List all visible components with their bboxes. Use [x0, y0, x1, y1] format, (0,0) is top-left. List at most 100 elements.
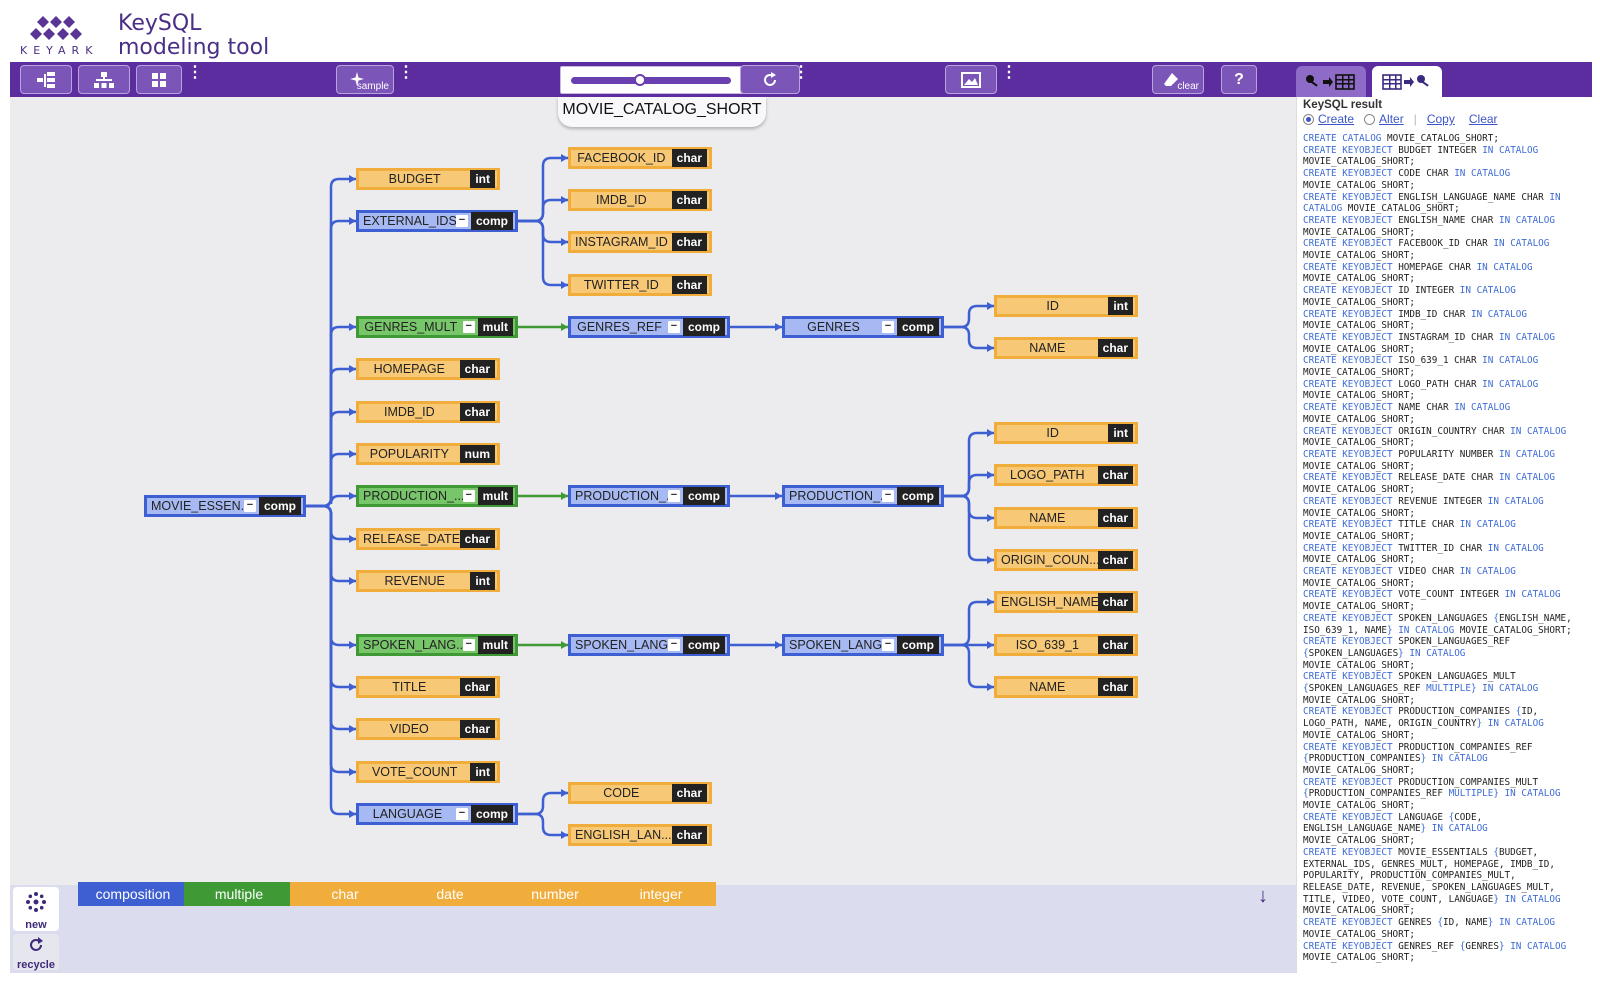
- node-origin_country[interactable]: ORIGIN_COUN... char: [994, 549, 1138, 571]
- node-ext_imdb_id[interactable]: IMDB_ID char: [568, 189, 712, 211]
- node-prod_id[interactable]: ID int: [994, 422, 1138, 444]
- vertical-layout-button[interactable]: [78, 65, 130, 94]
- legend-char[interactable]: char: [290, 882, 400, 906]
- zoom-track[interactable]: [571, 77, 731, 84]
- tab-keysql-to-table[interactable]: [1296, 66, 1366, 97]
- node-logo_path[interactable]: LOGO_PATH char: [994, 464, 1138, 486]
- catalog-name-tab[interactable]: MOVIE_CATALOG_SHORT: [558, 97, 766, 127]
- node-movie[interactable]: MOVIE_ESSEN... − comp: [144, 495, 306, 517]
- node-vote_count[interactable]: VOTE_COUNT int: [356, 761, 500, 783]
- clear-result-link[interactable]: Clear: [1469, 112, 1498, 126]
- node-title[interactable]: TITLE char: [356, 676, 500, 698]
- node-label: SPOKEN_LANG...: [575, 638, 668, 652]
- collapse-icon[interactable]: −: [243, 500, 256, 512]
- node-instagram_id[interactable]: INSTAGRAM_ID char: [568, 231, 712, 253]
- node-budget[interactable]: BUDGET int: [356, 168, 500, 190]
- legend-number[interactable]: number: [500, 882, 610, 906]
- collapse-icon[interactable]: −: [881, 490, 894, 502]
- legend-integer[interactable]: integer: [606, 882, 716, 906]
- node-label: POPULARITY: [369, 447, 449, 461]
- legend-multiple[interactable]: multiple: [184, 882, 294, 906]
- horizontal-layout-button[interactable]: [20, 65, 72, 94]
- node-production[interactable]: PRODUCTION_... − comp: [782, 485, 944, 507]
- node-label: RELEASE_DATE: [363, 532, 460, 546]
- node-type-tag: char: [1097, 678, 1133, 696]
- node-spoken[interactable]: SPOKEN_LANG...−comp: [782, 634, 944, 656]
- collapse-icon[interactable]: −: [462, 490, 475, 502]
- zoom-slider[interactable]: [560, 66, 744, 94]
- collapse-icon[interactable]: −: [462, 639, 475, 651]
- node-video[interactable]: VIDEO char: [356, 718, 500, 740]
- code-line: MOVIE_CATALOG_SHORT;: [1303, 226, 1415, 238]
- collapse-icon[interactable]: −: [667, 490, 680, 502]
- node-type-tag: mult: [477, 318, 513, 336]
- new-node-button[interactable]: new: [13, 887, 59, 931]
- keysql-result-panel: KeySQL result Create Alter | Copy Clear …: [1296, 97, 1592, 973]
- node-code[interactable]: CODE char: [568, 782, 712, 804]
- legend-date[interactable]: date: [395, 882, 505, 906]
- node-imdb_id[interactable]: IMDB_ID char: [356, 401, 500, 423]
- create-radio[interactable]: [1303, 113, 1314, 125]
- toolbar-menu-dots-2[interactable]: ⋮: [398, 65, 414, 81]
- node-spoken_ref[interactable]: SPOKEN_LANG...−comp: [568, 634, 730, 656]
- node-genre_name[interactable]: NAME char: [994, 337, 1138, 359]
- legend-composition[interactable]: composition: [78, 882, 188, 906]
- node-external_ids[interactable]: EXTERNAL_IDS − comp: [356, 210, 518, 232]
- node-twitter_id[interactable]: TWITTER_ID char: [568, 274, 712, 296]
- node-genre_id[interactable]: ID int: [994, 295, 1138, 317]
- recycle-button[interactable]: recycle: [13, 934, 59, 971]
- collapse-icon[interactable]: −: [881, 321, 894, 333]
- model-canvas[interactable]: MOVIE_CATALOG_SHORT MOVIE_ESSEN... − comp B…: [10, 97, 1296, 885]
- code-line: CREATE KEYOBJECT BUDGET INTEGER IN CATAL…: [1303, 144, 1539, 156]
- node-popularity[interactable]: POPULARITY num: [356, 443, 500, 465]
- toolbar-menu-dots-4[interactable]: ⋮: [1001, 65, 1017, 81]
- toolbar-menu-dots-3[interactable]: ⋮: [793, 65, 809, 81]
- grid-layout-button[interactable]: [136, 65, 182, 94]
- collapse-icon[interactable]: −: [881, 639, 894, 651]
- clear-label: clear: [1177, 81, 1199, 92]
- copy-link[interactable]: Copy: [1427, 112, 1455, 126]
- tab-table-to-keysql[interactable]: [1372, 66, 1442, 97]
- refresh-button[interactable]: [740, 65, 800, 94]
- node-release_date[interactable]: RELEASE_DATE char: [356, 528, 500, 550]
- node-homepage[interactable]: HOMEPAGE char: [356, 358, 500, 380]
- collapse-icon[interactable]: −: [455, 808, 468, 820]
- node-genres[interactable]: GENRES − comp: [782, 316, 944, 338]
- help-button[interactable]: ?: [1221, 65, 1257, 94]
- hierarchy-icon: [94, 71, 114, 88]
- node-english_lang[interactable]: ENGLISH_LAN... char: [568, 824, 712, 846]
- node-genres_mult[interactable]: GENRES_MULT − mult: [356, 316, 518, 338]
- node-production_ref[interactable]: PRODUCTION_... − comp: [568, 485, 730, 507]
- node-spoken_name[interactable]: NAME char: [994, 676, 1138, 698]
- node-prod_name[interactable]: NAME char: [994, 507, 1138, 529]
- link-spoken-spoken_name: [944, 643, 994, 689]
- node-type-tag: comp: [470, 805, 513, 823]
- node-revenue[interactable]: REVENUE int: [356, 570, 500, 592]
- node-english_name[interactable]: ENGLISH_NAME char: [994, 591, 1138, 613]
- alter-link[interactable]: Alter: [1379, 112, 1404, 126]
- collapse-icon[interactable]: −: [667, 639, 680, 651]
- create-link[interactable]: Create: [1318, 112, 1354, 126]
- toolbar-menu-dots-1[interactable]: ⋮: [187, 65, 203, 81]
- collapse-icon[interactable]: −: [462, 321, 475, 333]
- clear-button[interactable]: clear: [1152, 65, 1204, 94]
- node-language[interactable]: LANGUAGE − comp: [356, 803, 518, 825]
- sample-button[interactable]: sample: [336, 65, 394, 94]
- keysql-code[interactable]: CREATE CATALOG MOVIE_CATALOG_SHORT; CREAT…: [1297, 126, 1592, 964]
- zoom-handle[interactable]: [633, 74, 646, 86]
- export-image-button[interactable]: [945, 65, 997, 94]
- node-iso_639_1[interactable]: ISO_639_1 char: [994, 634, 1138, 656]
- recycle-icon: [30, 937, 43, 951]
- node-label: NAME: [1029, 511, 1066, 525]
- collapse-icon[interactable]: −: [455, 215, 468, 227]
- node-genres_ref[interactable]: GENRES_REF − comp: [568, 316, 730, 338]
- arrowhead: [349, 535, 356, 543]
- node-type-tag: char: [1097, 593, 1133, 611]
- node-facebook_id[interactable]: FACEBOOK_ID char: [568, 147, 712, 169]
- node-production_mult[interactable]: PRODUCTION_... − mult: [356, 485, 518, 507]
- alter-radio[interactable]: [1364, 113, 1376, 125]
- node-spoken_mult[interactable]: SPOKEN_LANG... − mult: [356, 634, 518, 656]
- collapse-icon[interactable]: −: [667, 321, 680, 333]
- scroll-down-icon[interactable]: ↓: [1258, 885, 1268, 908]
- code-line: CREATE KEYOBJECT ORIGIN_COUNTRY CHAR IN …: [1303, 425, 1567, 437]
